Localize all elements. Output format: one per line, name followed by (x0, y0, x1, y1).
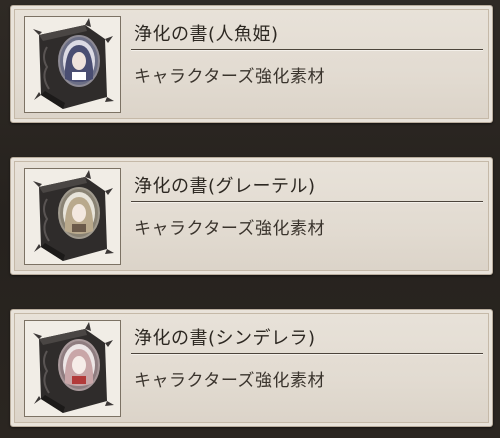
item-title: 浄化の書(人魚姫) (134, 24, 279, 45)
item-list: 浄化の書(人魚姫) キャラクターズ強化素材 浄化の書(グレーテル) キャラクター… (0, 0, 500, 438)
list-item[interactable]: 浄化の書(グレーテル) キャラクターズ強化素材 (10, 157, 493, 275)
divider (131, 353, 483, 355)
divider (131, 201, 483, 203)
item-description: キャラクターズ強化素材 (134, 67, 325, 87)
purification-book-icon (24, 168, 121, 265)
item-description: キャラクターズ強化素材 (134, 219, 325, 239)
item-description: キャラクターズ強化素材 (134, 371, 325, 391)
item-title: 浄化の書(グレーテル) (134, 176, 316, 197)
divider (131, 49, 483, 51)
purification-book-icon (24, 320, 121, 417)
item-title: 浄化の書(シンデレラ) (134, 328, 316, 349)
purification-book-icon (24, 16, 121, 113)
list-item[interactable]: 浄化の書(人魚姫) キャラクターズ強化素材 (10, 5, 493, 123)
list-item[interactable]: 浄化の書(シンデレラ) キャラクターズ強化素材 (10, 309, 493, 427)
